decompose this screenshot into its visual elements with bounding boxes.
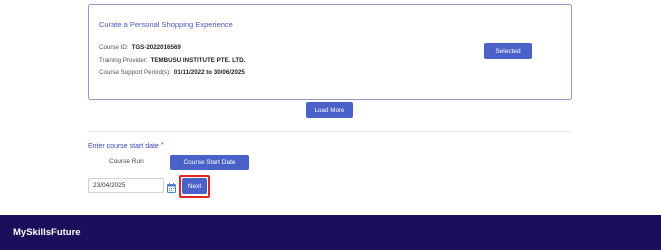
course-id-value: TGS-2022016569 xyxy=(131,44,181,51)
course-id-label: Course ID: xyxy=(99,44,129,51)
start-date-label: Enter course start date xyxy=(88,143,159,150)
date-picker xyxy=(88,178,176,193)
support-period-value: 01/11/2022 to 30/06/2025 xyxy=(173,69,245,76)
training-provider-row: Training Provider: TEMBUSU INSTITUTE PTE.… xyxy=(99,57,245,64)
training-provider-label: Training Provider: xyxy=(99,57,148,64)
start-date-heading: Enter course start date * xyxy=(88,142,164,150)
next-button[interactable]: Next xyxy=(182,178,207,194)
support-period-label: Course Support Period(s): xyxy=(99,69,171,76)
course-card: Curate a Personal Shopping Experience Co… xyxy=(88,4,572,100)
footer-brand-logo[interactable]: MySkillsFuture xyxy=(13,227,81,238)
section-divider xyxy=(88,131,571,132)
course-id-row: Course ID: TGS-2022016569 xyxy=(99,44,181,51)
training-provider-value: TEMBUSU INSTITUTE PTE. LTD. xyxy=(150,57,246,64)
required-asterisk: * xyxy=(160,142,164,149)
support-period-row: Course Support Period(s): 01/11/2022 to 3… xyxy=(99,69,245,76)
start-date-input[interactable] xyxy=(88,178,164,193)
selected-button[interactable]: Selected xyxy=(484,43,532,59)
tab-course-run[interactable]: Course Run xyxy=(109,158,144,165)
course-title: Curate a Personal Shopping Experience xyxy=(99,20,233,29)
calendar-icon[interactable] xyxy=(167,180,176,193)
tab-course-start-date[interactable]: Course Start Date xyxy=(170,155,249,170)
load-more-button[interactable]: Load More xyxy=(306,102,353,118)
site-footer: MySkillsFuture xyxy=(0,215,661,250)
